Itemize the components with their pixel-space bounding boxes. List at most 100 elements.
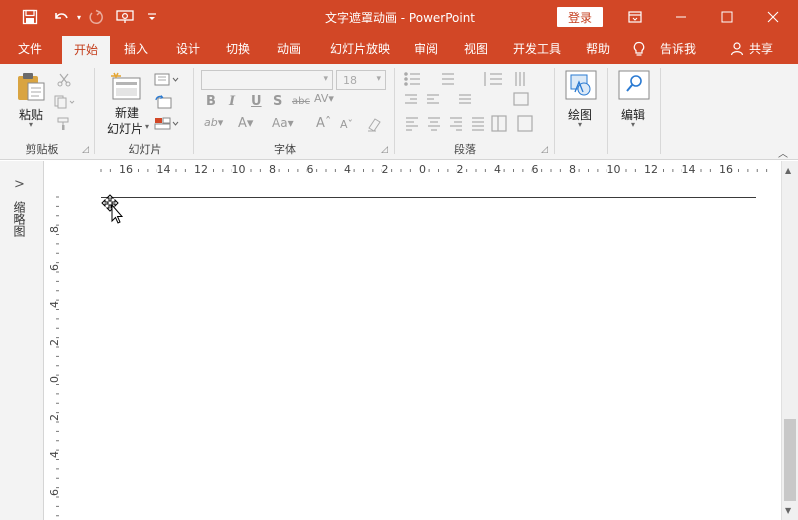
format-painter-icon[interactable]: [56, 116, 72, 130]
powerpoint-window: ▾ 文字遮罩动画 - PowerPoint 登录 文件 开始 插入 设计 切换: [0, 0, 798, 520]
maximize-icon[interactable]: [704, 0, 750, 34]
font-group-label: 字体: [274, 143, 296, 156]
h-ruler-label: 8: [269, 163, 276, 176]
scrollbar-thumb[interactable]: [784, 419, 796, 501]
layout-icon[interactable]: [154, 72, 182, 86]
group-divider: [554, 68, 555, 154]
tab-developer[interactable]: 开发工具: [506, 34, 568, 64]
group-divider: [660, 68, 661, 154]
chevron-down-icon: ▾: [323, 74, 328, 84]
share-person-icon[interactable]: [728, 34, 746, 64]
new-slide-label-1[interactable]: 新建: [104, 104, 150, 121]
v-ruler-label: 8: [48, 226, 61, 233]
tab-animations[interactable]: 动画: [268, 34, 310, 64]
ribbon-display-icon[interactable]: [612, 0, 658, 34]
font-color-icon[interactable]: A▾: [238, 116, 253, 131]
tab-design[interactable]: 设计: [168, 34, 208, 64]
copy-icon[interactable]: [54, 94, 76, 109]
tab-help[interactable]: 帮助: [578, 34, 618, 64]
h-ruler-label: 12: [644, 163, 658, 176]
h-ruler-label: 16: [119, 163, 133, 176]
minimize-icon[interactable]: [658, 0, 704, 34]
v-ruler-label: 0: [48, 376, 61, 383]
collapse-ribbon-icon[interactable]: ︿: [778, 145, 788, 160]
save-icon[interactable]: [16, 7, 44, 27]
scroll-down-icon[interactable]: ▼: [785, 506, 791, 515]
editing-icon[interactable]: [618, 70, 650, 100]
shrink-font-icon[interactable]: Aˇ: [340, 118, 353, 131]
window-title: 文字遮罩动画 - PowerPoint: [324, 11, 476, 25]
italic-icon[interactable]: I: [229, 94, 235, 109]
text-effects-icon[interactable]: ab▾: [204, 116, 223, 129]
tab-home[interactable]: 开始: [62, 36, 110, 64]
h-ruler-label: 14: [156, 163, 171, 176]
font-size-combo[interactable]: 18 ▾: [336, 70, 386, 90]
expand-pane-icon[interactable]: >: [14, 177, 25, 192]
h-ruler-label: 6: [531, 163, 539, 176]
reset-icon[interactable]: [154, 94, 174, 109]
scroll-up-icon[interactable]: ▲: [785, 166, 791, 175]
tab-slideshow[interactable]: 幻灯片放映: [320, 34, 400, 64]
present-icon[interactable]: [112, 7, 138, 27]
h-ruler-label: 4: [494, 163, 501, 176]
paste-icon[interactable]: [14, 72, 48, 102]
grow-font-icon[interactable]: Aˆ: [316, 116, 331, 131]
char-spacing-icon[interactable]: AV▾: [314, 92, 334, 105]
title-bar: ▾ 文字遮罩动画 - PowerPoint 登录: [0, 0, 798, 34]
login-button[interactable]: 登录: [557, 7, 603, 27]
paragraph-controls[interactable]: [402, 70, 552, 138]
lightbulb-icon[interactable]: [630, 34, 648, 64]
vertical-scrollbar[interactable]: ▲ ▼: [781, 161, 798, 520]
h-ruler-label: 10: [606, 163, 621, 176]
undo-icon[interactable]: [48, 7, 74, 27]
customize-qat-icon[interactable]: [144, 7, 160, 27]
font-launcher-icon[interactable]: ◿: [381, 145, 388, 155]
change-case-icon[interactable]: Aa▾: [272, 116, 294, 130]
shadow-icon[interactable]: S: [273, 94, 282, 109]
paragraph-group-label: 段落: [454, 143, 476, 156]
redo-icon[interactable]: [86, 7, 106, 27]
paste-dropdown-icon[interactable]: ▾: [22, 120, 40, 129]
clipboard-group-label: 剪贴板: [25, 143, 59, 156]
h-ruler-label: 14: [681, 163, 696, 176]
tab-view[interactable]: 视图: [456, 34, 496, 64]
v-ruler-label: 6: [48, 488, 61, 496]
tab-transitions[interactable]: 切换: [218, 34, 258, 64]
tab-review[interactable]: 审阅: [406, 34, 446, 64]
thumbnail-pane: > 缩略图: [0, 161, 44, 520]
editing-dropdown-icon[interactable]: ▾: [627, 120, 639, 129]
new-slide-icon[interactable]: [110, 72, 144, 102]
group-divider: [394, 68, 395, 154]
group-divider: [94, 68, 95, 154]
paragraph-launcher-icon[interactable]: ◿: [541, 145, 548, 155]
ribbon-tabs: 文件 开始 插入 设计 切换 动画 幻灯片放映 审阅 视图 开发工具 帮助 告诉…: [0, 34, 798, 64]
ruler-ticks: [100, 169, 768, 172]
underline-icon[interactable]: U: [251, 94, 262, 109]
h-ruler-label: 2: [456, 163, 464, 176]
tab-file[interactable]: 文件: [10, 34, 50, 64]
tab-insert[interactable]: 插入: [116, 34, 156, 64]
h-ruler-label: 16: [719, 163, 733, 176]
drawing-dropdown-icon[interactable]: ▾: [574, 120, 586, 129]
slides-group-label: 幻灯片: [128, 143, 162, 156]
font-size-value: 18: [343, 74, 357, 87]
h-ruler-label: 2: [381, 163, 389, 176]
horizontal-ruler: 16 14 12 10 8 6 4 2 0 2 4 6 8 10 12 14 16: [45, 161, 781, 179]
clear-formatting-icon[interactable]: [366, 116, 382, 132]
share-button[interactable]: 共享: [746, 34, 776, 64]
cut-icon[interactable]: [56, 72, 72, 87]
font-name-combo[interactable]: ▾: [201, 70, 333, 90]
drawing-icon[interactable]: [565, 70, 597, 100]
slide-editor[interactable]: 16 14 12 10 8 6 4 2 0 2 4 6 8 10 12 14 16 8 6 4 2 0 2 4 6: [45, 161, 781, 520]
h-ruler-label: 12: [194, 163, 208, 176]
strikethrough-icon[interactable]: abc: [292, 96, 310, 107]
bold-icon[interactable]: B: [206, 94, 216, 109]
tell-me-search[interactable]: 告诉我: [656, 34, 700, 64]
undo-dropdown-icon[interactable]: ▾: [73, 7, 85, 27]
section-icon[interactable]: [154, 116, 182, 130]
close-icon[interactable]: [750, 0, 796, 34]
thumbnail-pane-label[interactable]: 缩略图: [12, 201, 28, 237]
new-slide-dropdown-icon[interactable]: ▾: [142, 122, 152, 131]
clipboard-launcher-icon[interactable]: ◿: [82, 145, 89, 155]
h-ruler-label: 4: [344, 163, 351, 176]
